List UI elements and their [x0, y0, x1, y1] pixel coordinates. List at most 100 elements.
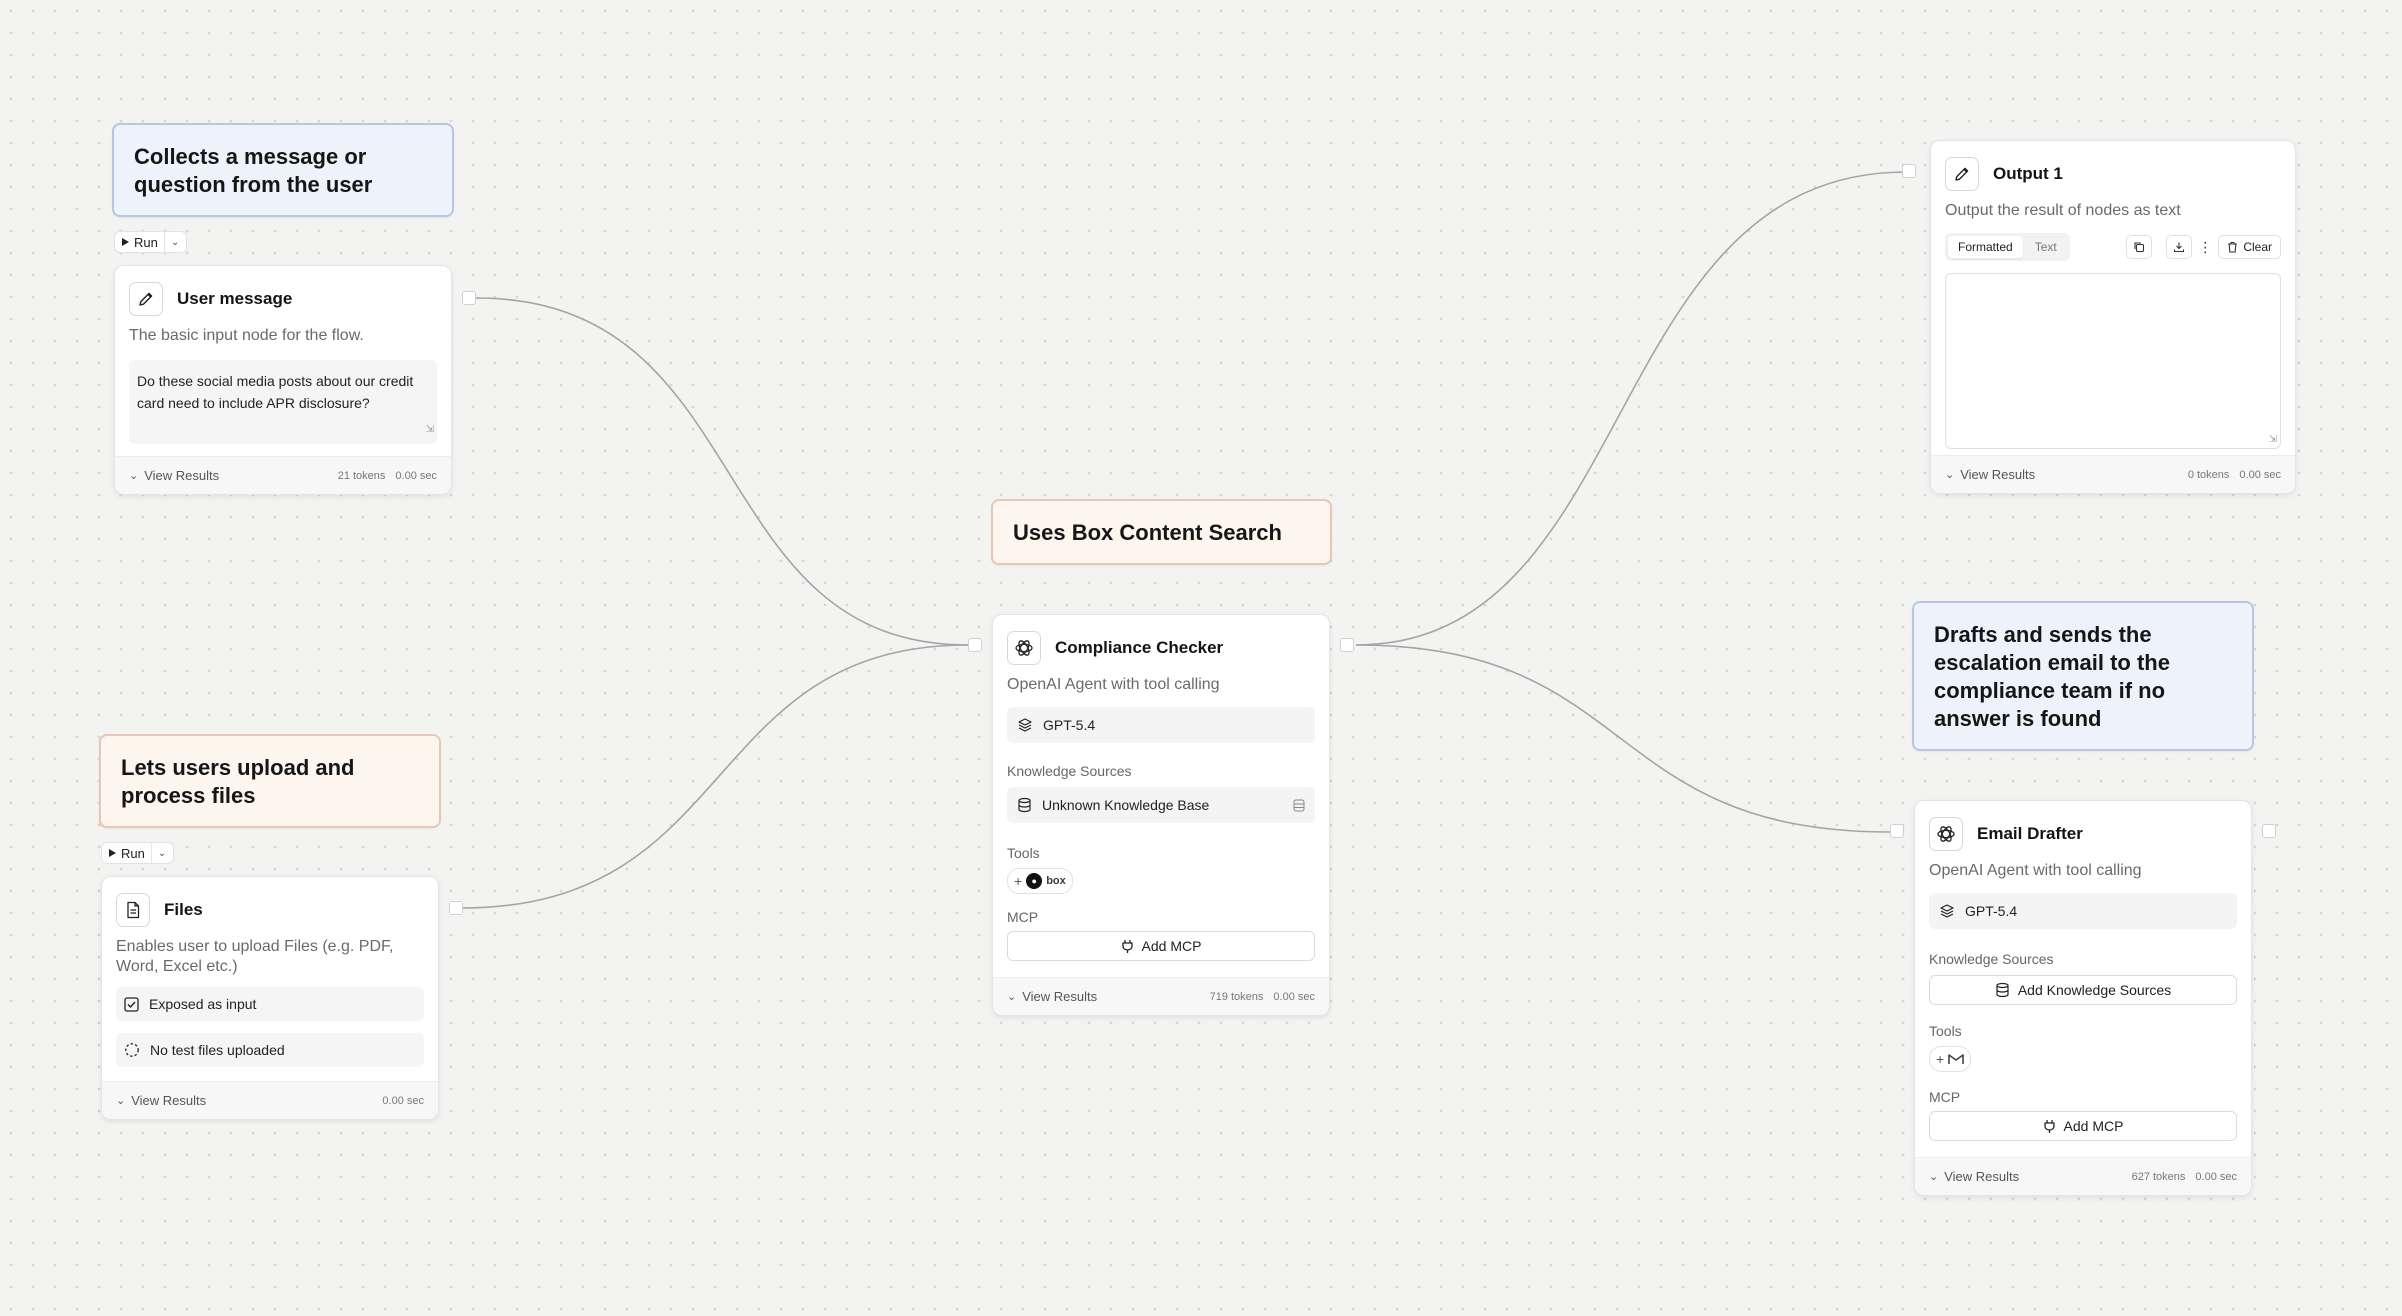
test-files-status[interactable]: No test files uploaded [116, 1033, 424, 1067]
more-vertical-icon[interactable]: ⋮ [2198, 239, 2212, 256]
output-port[interactable] [449, 901, 463, 915]
files-node[interactable]: Files Enables user to upload Files (e.g.… [101, 876, 439, 1120]
run-time: 0.00 sec [2239, 468, 2281, 481]
model-name: GPT-5.4 [1043, 717, 1096, 733]
box-agent-icon: ● [1026, 873, 1043, 889]
wire-compliance-to-email [1355, 644, 1891, 833]
run-time: 0.00 sec [382, 1094, 424, 1107]
chevron-down-icon: ⌄ [129, 470, 139, 482]
database-icon [1018, 797, 1031, 813]
gmail-icon [1948, 1054, 1964, 1064]
add-knowledge-sources-button[interactable]: Add Knowledge Sources [1929, 975, 2237, 1005]
add-tool-chip[interactable]: + ● box [1007, 868, 1073, 894]
download-icon[interactable] [2166, 235, 2193, 259]
box-tool-name: box [1046, 875, 1066, 887]
knowledge-source-item[interactable]: Unknown Knowledge Base [1007, 787, 1315, 823]
tab-text[interactable]: Text [2025, 236, 2067, 258]
tools-label: Tools [1007, 845, 1040, 861]
clear-button[interactable]: Clear [2218, 235, 2281, 259]
token-count: 627 tokens [2131, 1170, 2186, 1183]
resize-handle-icon[interactable]: ⇲ [426, 419, 434, 441]
note-files[interactable]: Lets users upload and process files [99, 734, 441, 828]
wire-files-to-compliance [461, 644, 969, 909]
run-time: 0.00 sec [395, 469, 437, 482]
input-port[interactable] [968, 638, 982, 652]
model-selector[interactable]: GPT-5.4 [1929, 893, 2237, 929]
run-label: Run [134, 234, 158, 250]
note-escalation[interactable]: Drafts and sends the escalation email to… [1912, 601, 2254, 751]
model-selector[interactable]: GPT-5.4 [1007, 707, 1315, 743]
exposed-as-input-checkbox[interactable]: Exposed as input [116, 987, 424, 1021]
run-control-user[interactable]: Run ⌄ [114, 231, 188, 253]
email-drafter-node[interactable]: Email Drafter OpenAI Agent with tool cal… [1914, 800, 2252, 1196]
input-port[interactable] [1890, 824, 1904, 838]
node-description: The basic input node for the flow. [129, 327, 364, 344]
output-port[interactable] [462, 291, 476, 305]
run-control-files[interactable]: Run ⌄ [101, 842, 175, 864]
tab-formatted[interactable]: Formatted [1948, 236, 2023, 258]
run-label: Run [121, 845, 145, 861]
run-button[interactable]: Run [119, 232, 165, 252]
plus-icon: + [1936, 1051, 1945, 1067]
token-count: 0 tokens [2187, 468, 2230, 481]
knowledge-sources-label: Knowledge Sources [1929, 951, 2054, 967]
node-title: User message [177, 289, 293, 308]
view-results-toggle[interactable]: ⌄ View Results [1007, 989, 1097, 1004]
tools-label: Tools [1929, 1023, 1962, 1039]
add-tool-chip[interactable]: + [1929, 1046, 1972, 1072]
chevron-down-icon: ⌄ [1945, 469, 1955, 481]
node-title: Output 1 [1993, 164, 2063, 183]
input-port[interactable] [1902, 164, 1916, 178]
user-message-input[interactable]: Do these social media posts about our cr… [129, 360, 437, 444]
play-icon [109, 849, 116, 857]
exposed-label: Exposed as input [149, 996, 257, 1012]
add-mcp-button[interactable]: Add MCP [1929, 1111, 2237, 1141]
output-text-area[interactable]: ⇲ [1945, 273, 2281, 449]
node-description: Output the result of nodes as text [1945, 202, 2181, 219]
output-port[interactable] [1340, 638, 1354, 652]
mcp-label: MCP [1007, 909, 1039, 925]
chevron-down-icon[interactable]: ⌄ [165, 237, 182, 248]
compliance-checker-node[interactable]: Compliance Checker OpenAI Agent with too… [992, 614, 1330, 1016]
plug-icon [2043, 1119, 2055, 1133]
node-title: Files [164, 900, 203, 919]
knowledge-sources-label: Knowledge Sources [1007, 763, 1132, 779]
database-icon [1996, 982, 2009, 998]
note-user-input[interactable]: Collects a message or question from the … [112, 123, 454, 217]
view-results-toggle[interactable]: ⌄ View Results [1945, 467, 2035, 482]
copy-icon[interactable] [2126, 235, 2153, 259]
play-icon [122, 238, 129, 246]
run-button[interactable]: Run [106, 843, 152, 863]
node-title: Compliance Checker [1055, 638, 1224, 657]
note-text: Collects a message or question from the … [134, 144, 373, 197]
knowledge-source-name: Unknown Knowledge Base [1042, 797, 1210, 813]
resize-handle-icon[interactable]: ⇲ [2269, 434, 2277, 445]
output-node[interactable]: Output 1 Output the result of nodes as t… [1930, 140, 2296, 494]
chevron-down-icon[interactable]: ⌄ [152, 848, 169, 859]
note-box-search[interactable]: Uses Box Content Search [991, 499, 1332, 565]
note-text: Lets users upload and process files [121, 755, 355, 808]
view-results-toggle[interactable]: ⌄ View Results [1929, 1169, 2019, 1184]
view-results-toggle[interactable]: ⌄ View Results [129, 468, 219, 483]
model-name: GPT-5.4 [1965, 903, 2018, 919]
clear-label: Clear [2243, 240, 2272, 254]
layers-icon [1940, 904, 1954, 918]
checkbox-checked-icon [124, 996, 139, 1012]
openai-icon [1007, 631, 1041, 665]
view-results-toggle[interactable]: ⌄ View Results [116, 1093, 206, 1108]
database-small-icon[interactable] [1293, 799, 1305, 812]
add-mcp-label: Add MCP [1141, 938, 1202, 954]
trash-icon [2228, 241, 2238, 253]
node-description: OpenAI Agent with tool calling [1929, 862, 2142, 879]
user-message-node[interactable]: User message The basic input node for th… [114, 265, 452, 495]
output-port[interactable] [2262, 824, 2276, 838]
document-icon [116, 893, 150, 927]
pencil-icon [129, 282, 163, 316]
note-text: Uses Box Content Search [1013, 520, 1282, 545]
wire-compliance-to-output [1355, 171, 1907, 646]
node-description: Enables user to upload Files (e.g. PDF, … [116, 938, 394, 975]
note-text: Drafts and sends the escalation email to… [1934, 622, 2170, 731]
add-mcp-button[interactable]: Add MCP [1007, 931, 1315, 961]
output-format-toggle[interactable]: Formatted Text [1945, 233, 2070, 261]
plus-icon: + [1014, 873, 1023, 889]
